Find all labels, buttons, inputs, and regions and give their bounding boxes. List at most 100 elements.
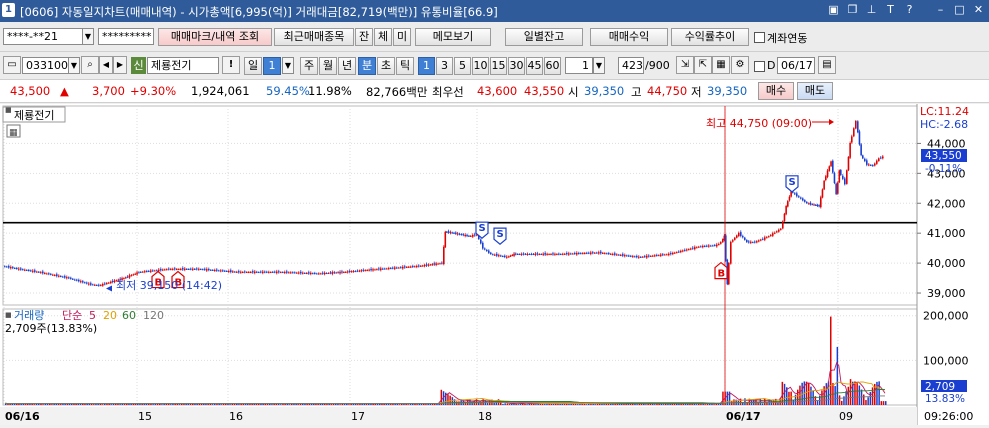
account-number-field[interactable]: ****-**21: [3, 28, 83, 45]
candle-body: [578, 252, 580, 254]
calendar-icon[interactable]: ▤: [818, 56, 836, 74]
volume-bar: [84, 404, 86, 405]
candle-body: [62, 276, 64, 278]
candle-body: [204, 268, 206, 270]
candle-body: [820, 197, 822, 208]
interval-5-button[interactable]: 5: [454, 57, 471, 75]
stock-name-field[interactable]: 제룡전기: [147, 57, 219, 74]
candle-body: [730, 241, 732, 264]
candle-body: [832, 160, 834, 173]
interval-10-button[interactable]: 10: [472, 57, 489, 75]
period-day-count-field[interactable]: 1: [263, 57, 281, 75]
layout-icon[interactable]: ▭: [3, 56, 21, 74]
interval-3-button[interactable]: 3: [436, 57, 453, 75]
data-count-field[interactable]: 423: [618, 57, 644, 74]
candle-body: [614, 253, 616, 255]
settings-gear-icon[interactable]: ⚙: [731, 56, 749, 74]
interval-value-field[interactable]: 1: [565, 57, 593, 74]
candle-body: [492, 254, 494, 256]
candle-body: [304, 272, 306, 274]
execution-button[interactable]: 체: [374, 28, 392, 46]
window-layout-icon[interactable]: ▣: [827, 3, 840, 17]
candle-body: [320, 273, 322, 275]
chart-canvas[interactable]: B BSSBS 44,00043,00042,00041,00040,00039,…: [0, 104, 989, 425]
trade-profit-button[interactable]: 매매수익: [590, 28, 668, 46]
help-icon[interactable]: ?: [903, 3, 916, 17]
zoom-in-icon[interactable]: ⇲: [676, 56, 694, 74]
candle-body: [111, 280, 114, 282]
candle-body: [821, 189, 824, 198]
stock-code-dropdown[interactable]: ▼: [68, 57, 80, 74]
daily-balance-button[interactable]: 일별잔고: [505, 28, 583, 46]
interval-30-button[interactable]: 30: [508, 57, 525, 75]
chart-label-marker-icon: ■: [5, 106, 12, 114]
search-icon[interactable]: ⌕: [81, 56, 99, 74]
prev-stock-icon[interactable]: ◀: [99, 56, 113, 74]
candle-body: [809, 202, 812, 205]
candle-body: [298, 272, 300, 274]
candle-body: [785, 206, 787, 215]
close-icon[interactable]: ✕: [972, 3, 985, 17]
candle-body: [76, 279, 78, 281]
font-size-icon[interactable]: T: [884, 3, 897, 17]
next-stock-icon[interactable]: ▶: [113, 56, 127, 74]
period-week-button[interactable]: 주: [300, 57, 318, 75]
date-checkbox[interactable]: [754, 61, 765, 72]
candle-body: [437, 263, 439, 265]
interval-15-button[interactable]: 15: [490, 57, 507, 75]
candle-body: [522, 253, 525, 255]
maximize-icon[interactable]: □: [953, 3, 966, 17]
balance-button[interactable]: 잔: [355, 28, 373, 46]
grid-icon[interactable]: ▦: [712, 56, 730, 74]
trade-mark-button[interactable]: 매매마크/내역 조회: [158, 28, 272, 46]
candle-body: [300, 271, 302, 274]
period-day-button[interactable]: 일: [244, 57, 262, 75]
minimize-icon[interactable]: –: [934, 3, 947, 17]
candle-body: [742, 236, 744, 238]
candle-body: [164, 269, 166, 271]
period-month-button[interactable]: 월: [319, 57, 337, 75]
account-dropdown[interactable]: ▼: [82, 28, 94, 45]
chart-area[interactable]: BBSSBS 44,000 43,000 42,000 41,000 40,000 39,…: [0, 104, 989, 425]
pin-icon[interactable]: ⊥: [865, 3, 878, 17]
candle-body: [408, 266, 410, 268]
candle-body: [216, 269, 218, 271]
volume-bar: [704, 404, 707, 405]
period-count-dropdown[interactable]: ▼: [282, 57, 294, 74]
interval-dropdown[interactable]: ▼: [593, 57, 605, 74]
period-minute-button[interactable]: 분: [358, 57, 376, 75]
date-field[interactable]: 06/17: [777, 57, 815, 74]
stock-code-field[interactable]: 033100: [22, 57, 70, 74]
interval-60-button[interactable]: 60: [544, 57, 561, 75]
candle-body: [682, 250, 684, 252]
password-field[interactable]: *********: [98, 28, 154, 45]
interval-1-button[interactable]: 1: [418, 57, 435, 75]
chart-stock-label: 제룡전기: [14, 109, 54, 122]
zoom-out-icon[interactable]: ⇱: [694, 56, 712, 74]
recent-trades-button[interactable]: 최근매매종목: [274, 28, 354, 46]
price-tag-pct: -0.11%: [925, 163, 962, 175]
copy-icon[interactable]: ❐: [846, 3, 859, 17]
period-tick-button[interactable]: 틱: [396, 57, 414, 75]
candle-body: [518, 254, 521, 256]
candle-body: [170, 268, 172, 270]
candle-body: [830, 161, 832, 167]
memo-button[interactable]: 메모보기: [415, 28, 491, 46]
period-second-button[interactable]: 초: [377, 57, 395, 75]
candle-body: [566, 253, 568, 255]
period-year-button[interactable]: 년: [338, 57, 356, 75]
volume-bar: [585, 404, 588, 405]
candle-body: [42, 271, 44, 274]
account-link-checkbox[interactable]: [754, 32, 765, 43]
alert-icon[interactable]: !: [222, 56, 240, 74]
price-tick-label: 40,000: [927, 257, 966, 270]
unfilled-button[interactable]: 미: [393, 28, 411, 46]
buy-button[interactable]: 매수: [758, 82, 794, 100]
sell-button[interactable]: 매도: [797, 82, 833, 100]
candle-body: [337, 272, 339, 274]
interval-45-button[interactable]: 45: [526, 57, 543, 75]
candle-body: [756, 241, 758, 243]
candle-body: [82, 281, 84, 283]
return-trend-button[interactable]: 수익률추이: [671, 28, 749, 46]
volume-bar: [854, 381, 856, 405]
